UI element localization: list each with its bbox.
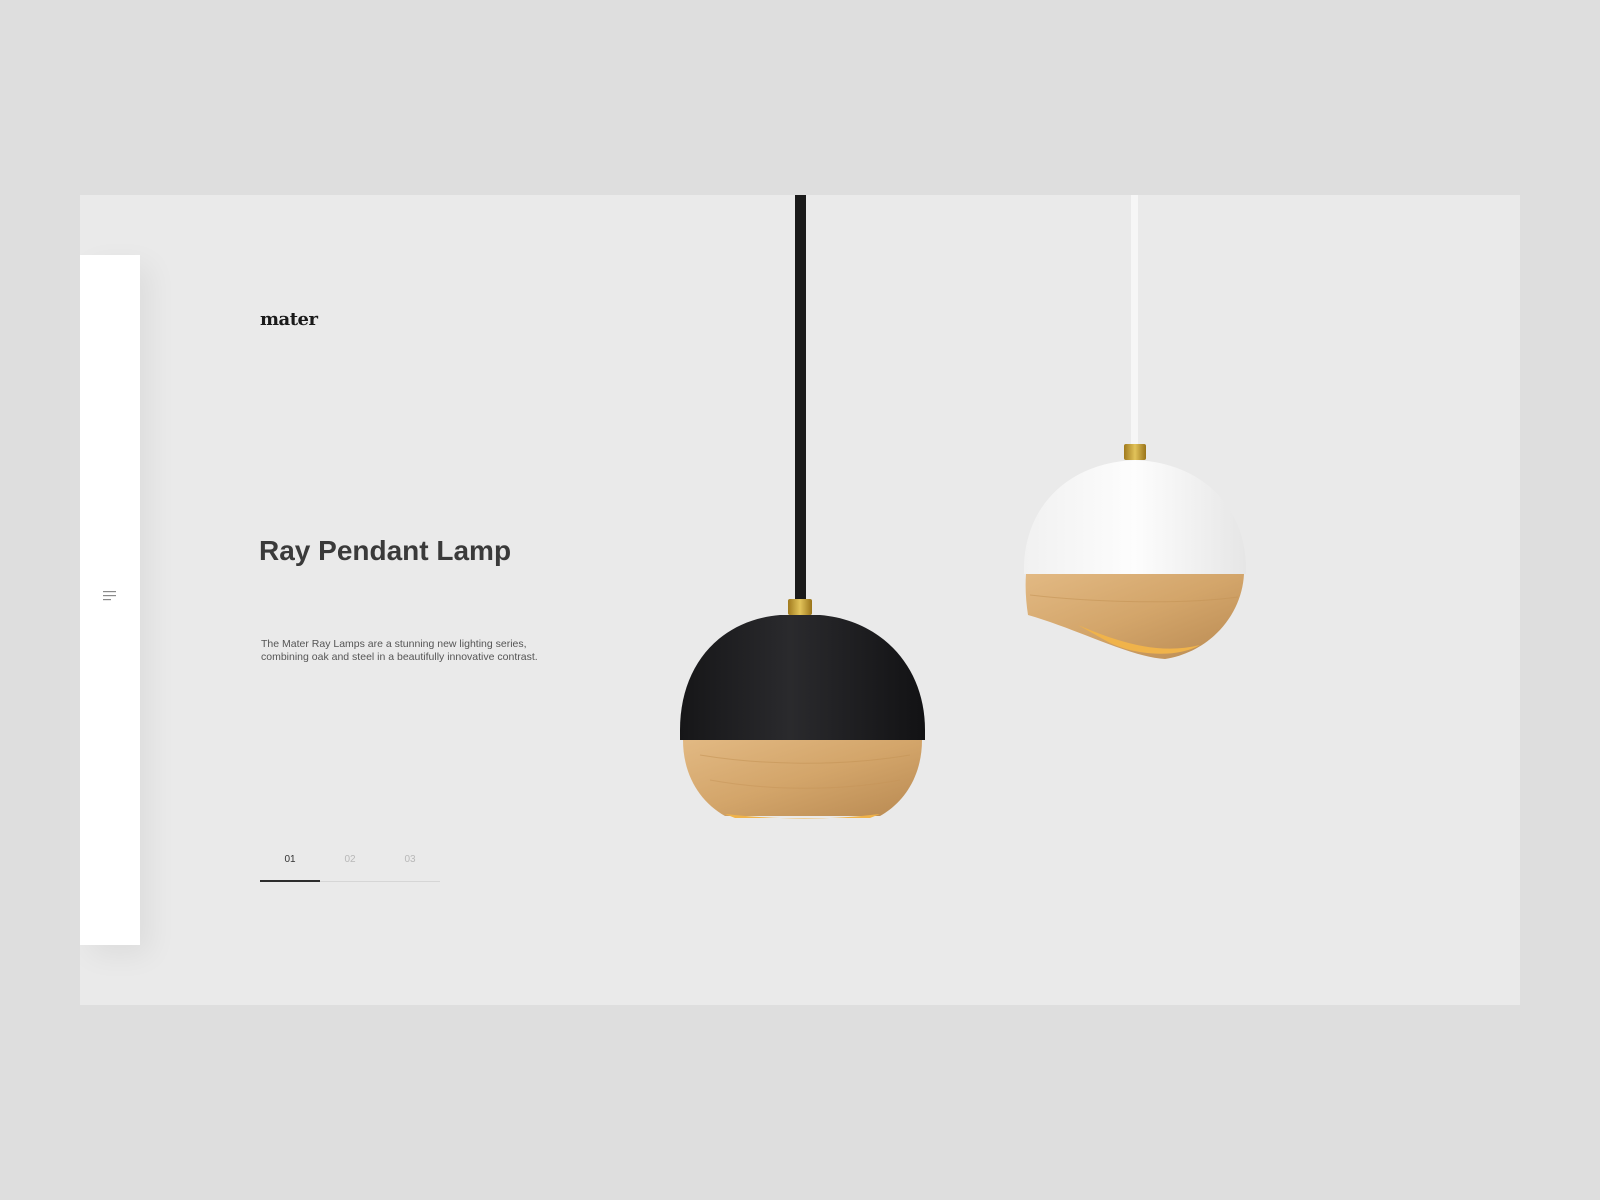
white-pendant-lamp [1023,195,1247,659]
product-image [680,195,1247,819]
black-pendant-lamp [680,195,925,819]
hero-stage: mater Ray Pendant Lamp The Mater Ray Lam… [80,195,1520,1005]
